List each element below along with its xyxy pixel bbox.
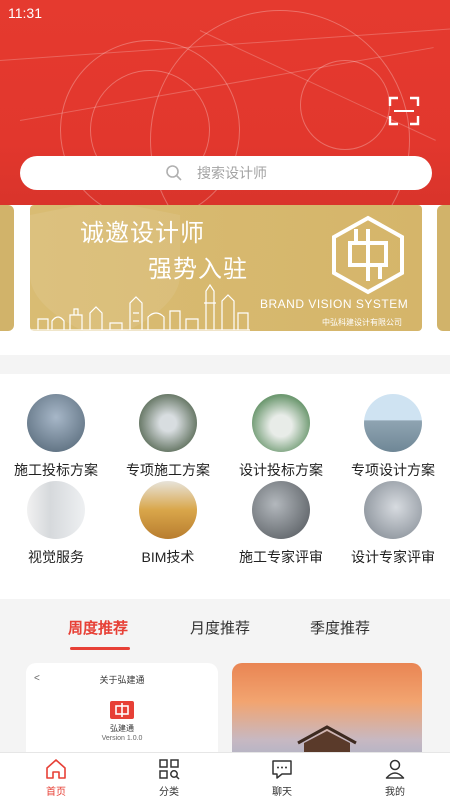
banner-line2: 强势入驻 (148, 256, 248, 283)
nav-label: 首页 (46, 787, 66, 798)
skyline-illustration (30, 283, 250, 331)
tab-underline (70, 647, 130, 650)
nav-home[interactable]: 首页 (26, 757, 86, 798)
scan-icon[interactable] (388, 96, 420, 126)
tab-quarterly[interactable]: 季度推荐 (310, 617, 370, 638)
category-label: 视觉服务 (28, 549, 84, 565)
nav-label: 分类 (159, 787, 179, 798)
banner-line1: 诚邀设计师 (80, 220, 205, 247)
category-item[interactable]: 施工投标方案 (0, 394, 112, 480)
banner-prev-peek[interactable] (0, 205, 14, 331)
card-version: Version 1.0.0 (101, 735, 143, 742)
app-logo (110, 701, 134, 719)
category-image (252, 394, 310, 452)
search-icon (166, 165, 182, 181)
nav-label: 聊天 (272, 787, 292, 798)
nav-label: 我的 (385, 787, 405, 798)
category-image (139, 481, 197, 539)
profile-icon (385, 759, 405, 779)
nav-chat[interactable]: 聊天 (252, 757, 312, 798)
chat-icon (272, 760, 292, 779)
category-image (252, 481, 310, 539)
home-icon (46, 759, 66, 779)
category-item[interactable]: 视觉服务 (0, 481, 112, 567)
banner-brand: BRAND VISION SYSTEM (260, 297, 409, 311)
header-decoration (300, 60, 390, 150)
category-grid: 施工投标方案 专项施工方案 设计投标方案 专项设计方案 视觉服务 BIM技术 施… (0, 374, 450, 599)
category-label: 施工专家评审 (239, 549, 323, 565)
category-label: BIM技术 (141, 549, 195, 565)
category-image (27, 394, 85, 452)
search-bar[interactable] (20, 156, 432, 190)
nav-profile[interactable]: 我的 (365, 757, 425, 798)
category-image (364, 394, 422, 452)
card-app-name: 弘建通 (110, 724, 134, 733)
recommend-card[interactable]: < 关于弘建通 弘建通 Version 1.0.0 (26, 663, 218, 752)
category-image (139, 394, 197, 452)
tab-weekly[interactable]: 周度推荐 (68, 617, 128, 638)
nav-category[interactable]: 分类 (139, 757, 199, 798)
category-image (364, 481, 422, 539)
category-image (27, 481, 85, 539)
category-item[interactable]: 设计专家评审 (337, 481, 449, 567)
recommend-tabs: 周度推荐 月度推荐 季度推荐 (0, 603, 450, 651)
category-label: 专项施工方案 (126, 462, 210, 478)
category-icon (159, 759, 180, 780)
category-label: 施工投标方案 (14, 462, 98, 478)
category-item[interactable]: 专项设计方案 (337, 394, 449, 480)
category-item[interactable]: BIM技术 (112, 481, 224, 567)
brand-logo (332, 215, 404, 295)
status-time: 11:31 (8, 5, 42, 21)
category-item[interactable]: 施工专家评审 (225, 481, 337, 567)
category-item[interactable]: 设计投标方案 (225, 394, 337, 480)
bottom-nav: 首页 分类 聊天 我的 (0, 752, 450, 800)
tab-monthly[interactable]: 月度推荐 (190, 617, 250, 638)
category-item[interactable]: 专项施工方案 (112, 394, 224, 480)
search-input[interactable] (197, 165, 287, 181)
category-label: 专项设计方案 (351, 462, 435, 478)
banner-company: 中弘科建设计有限公司 (322, 318, 402, 327)
category-label: 设计投标方案 (239, 462, 323, 478)
recommend-cards: < 关于弘建通 弘建通 Version 1.0.0 (0, 651, 450, 752)
header: 11:31 (0, 0, 450, 205)
card-photo (297, 725, 357, 752)
banner-next-peek[interactable] (437, 205, 450, 331)
card-title: 关于弘建通 (99, 675, 145, 685)
banner-area: 诚邀设计师 强势入驻 BRAND VISION SYSTEM 中弘科建设计有限公… (0, 205, 450, 355)
recommend-card[interactable] (232, 663, 422, 752)
category-label: 设计专家评审 (351, 549, 435, 565)
banner[interactable]: 诚邀设计师 强势入驻 BRAND VISION SYSTEM 中弘科建设计有限公… (30, 205, 422, 331)
